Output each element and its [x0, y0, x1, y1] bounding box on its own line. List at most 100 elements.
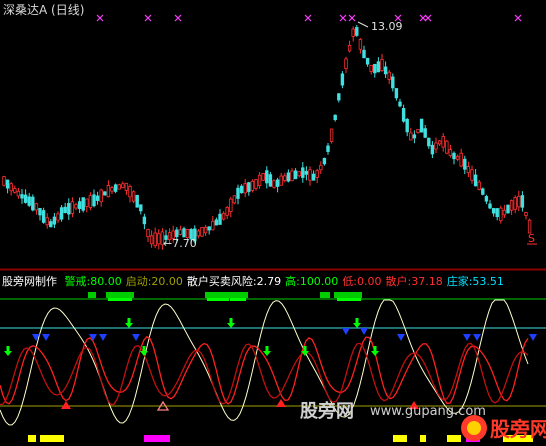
sell-signal-marker: S — [528, 232, 535, 245]
signal-block — [144, 435, 170, 442]
alert-bar-under — [207, 298, 229, 301]
candle-body — [463, 158, 467, 170]
candle-body — [247, 182, 251, 192]
candle-body — [92, 194, 96, 207]
candle-body — [427, 137, 431, 147]
candle-body — [365, 57, 370, 65]
candle-body — [481, 188, 485, 195]
alert-bar — [228, 292, 248, 298]
indicator-header: 股旁网制作 警戒:80.00 启动:20.00 散户买卖风险:2.79 高:100.0… — [2, 275, 512, 289]
candle-body — [225, 206, 229, 216]
candle-body — [319, 164, 323, 171]
candle-body — [283, 175, 287, 181]
candle-body — [405, 118, 409, 133]
candle-body — [448, 149, 453, 156]
candle-body — [59, 207, 64, 220]
candle-body — [484, 196, 489, 202]
candle-body — [257, 174, 262, 187]
candle-body — [232, 195, 237, 204]
candle-body — [445, 140, 449, 154]
candle-body — [182, 228, 186, 238]
candle-body — [70, 201, 75, 214]
candle-body — [434, 142, 438, 150]
candle-body — [211, 220, 215, 231]
indicator-params: 警戒:80.00 启动:20.00 散户买卖风险:2.79 高:100.00 低:0.0… — [65, 275, 508, 288]
candle-body — [268, 174, 273, 187]
watermark-site-name: 股旁网 — [299, 400, 354, 422]
alert-bar — [205, 292, 230, 298]
chart-background — [0, 0, 546, 446]
candle-body — [452, 152, 456, 160]
candle-body — [74, 204, 78, 209]
candle-body — [239, 185, 244, 194]
indicator-param-1: 启动:20.00 — [125, 275, 183, 288]
candle-body — [121, 183, 125, 189]
candle-body — [308, 169, 312, 181]
candle-body — [416, 129, 420, 133]
candle-body — [315, 170, 319, 178]
candle-body — [509, 200, 514, 211]
signal-block — [40, 435, 64, 442]
signal-block — [420, 435, 426, 442]
candle-body — [275, 179, 280, 187]
candle-body — [491, 208, 496, 214]
candle-body — [455, 155, 460, 160]
candle-body — [470, 169, 474, 181]
candle-body — [499, 207, 503, 222]
candle-body — [380, 59, 384, 71]
candle-body — [31, 196, 35, 211]
candle-body — [63, 206, 67, 214]
candle-body — [423, 128, 427, 138]
candle-body — [437, 140, 442, 145]
candle-body — [103, 191, 107, 196]
alert-bar — [334, 292, 362, 298]
candle-body — [398, 101, 402, 107]
candle-body — [196, 230, 201, 237]
alert-bar-under — [230, 298, 246, 301]
candle-body — [340, 73, 345, 86]
stock-chart: 13.09 ←7.70 S 股旁网 www.gupang.com 股旁网 — [0, 0, 546, 446]
candle-body — [265, 170, 269, 184]
indicator-param-2: 散户买卖风险:2.79 — [186, 275, 282, 288]
low-price-label: ←7.70 — [163, 237, 197, 250]
chart-title: 深桑达A (日线) — [3, 3, 85, 17]
candle-body — [337, 93, 341, 101]
candle-body — [229, 198, 233, 212]
candle-body — [355, 27, 359, 36]
candle-body — [38, 208, 42, 216]
candle-body — [124, 182, 129, 191]
alert-bar-under — [337, 298, 361, 301]
candle-body — [358, 38, 363, 50]
candle-body — [301, 167, 305, 178]
candle-body — [333, 114, 337, 121]
candle-body — [391, 76, 395, 89]
candle-body — [373, 63, 377, 74]
candle-body — [517, 195, 521, 208]
candle-body — [221, 212, 226, 220]
candle-body — [175, 229, 179, 238]
candle-body — [99, 189, 103, 203]
candle-body — [149, 235, 154, 245]
candle-body — [506, 204, 510, 214]
alert-bar — [106, 292, 134, 298]
candle-body — [401, 108, 406, 122]
candle-body — [344, 58, 348, 70]
candle-body — [49, 221, 53, 228]
candle-body — [81, 197, 85, 211]
candle-body — [322, 157, 327, 165]
logo-inner-icon — [467, 421, 481, 435]
high-price-label: 13.09 — [371, 20, 403, 33]
candle-body — [409, 132, 413, 141]
candle-body — [142, 216, 147, 225]
candle-body — [41, 210, 46, 223]
candle-body — [272, 180, 276, 188]
candle-body — [326, 145, 330, 152]
candle-body — [387, 71, 391, 80]
signal-block — [28, 435, 36, 442]
candle-body — [200, 226, 204, 237]
candle-body — [362, 49, 366, 59]
candle-body — [351, 28, 355, 37]
candle-body — [23, 194, 28, 203]
candle-body — [376, 61, 381, 73]
candle-body — [77, 201, 82, 210]
